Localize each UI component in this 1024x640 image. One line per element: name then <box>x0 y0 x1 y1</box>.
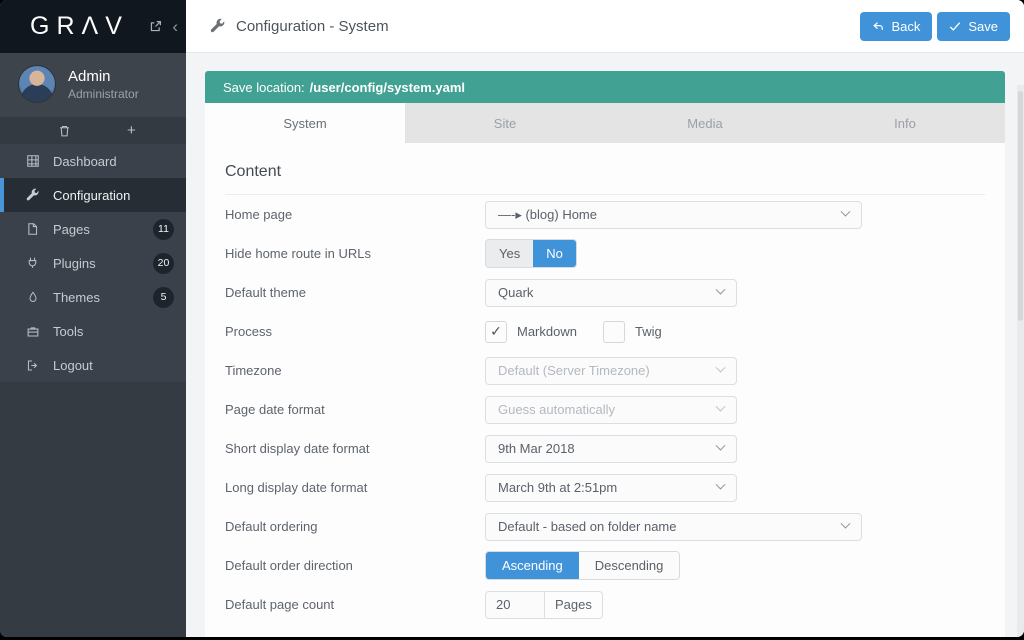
droplet-icon <box>25 290 40 305</box>
sidebar: GRΛV ‹ Admin Administrator + <box>0 0 186 637</box>
sidebar-item-logout[interactable]: Logout <box>0 348 186 382</box>
toggle-option-ascending[interactable]: Ascending <box>486 552 579 579</box>
form-row-long-date-format: Long display date format March 9th at 2:… <box>225 468 985 507</box>
sidebar-item-themes[interactable]: Themes 5 <box>0 280 186 314</box>
field-label: Long display date format <box>225 480 485 495</box>
tab-system[interactable]: System <box>205 103 405 143</box>
user-role: Administrator <box>68 87 139 101</box>
field-label: Default theme <box>225 285 485 300</box>
logo-bar: GRΛV ‹ <box>0 0 186 53</box>
hide-home-route-toggle: Yes No <box>485 239 577 268</box>
form-row-page-count: Default page count Pages <box>225 585 985 624</box>
plug-icon <box>25 256 40 271</box>
content-area: Save location: /user/config/system.yaml … <box>186 53 1024 637</box>
user-actions-row: + <box>0 117 186 144</box>
app-window: GRΛV ‹ Admin Administrator + <box>0 0 1024 637</box>
main-area: Configuration - System Back Save Save lo… <box>186 0 1024 637</box>
config-tabs: System Site Media Info <box>205 103 1005 143</box>
order-direction-toggle: Ascending Descending <box>485 551 680 580</box>
sidebar-item-configuration[interactable]: Configuration <box>0 178 186 212</box>
long-date-format-select[interactable]: March 9th at 2:51pm <box>485 474 737 502</box>
dashboard-grid-icon <box>25 154 40 169</box>
save-button[interactable]: Save <box>937 12 1010 41</box>
field-label: Home page <box>225 207 485 222</box>
form-row-timezone: Timezone Default (Server Timezone) <box>225 351 985 390</box>
sidebar-item-pages[interactable]: Pages 11 <box>0 212 186 246</box>
toggle-option-yes[interactable]: Yes <box>486 240 533 267</box>
user-name: Admin <box>68 68 139 85</box>
user-panel: Admin Administrator <box>0 53 186 117</box>
plugins-count-badge: 20 <box>153 253 174 274</box>
default-theme-select[interactable]: Quark <box>485 279 737 307</box>
tab-info[interactable]: Info <box>805 103 1005 143</box>
chevron-down-icon <box>716 363 726 373</box>
pages-count-badge: 11 <box>153 219 174 240</box>
logout-icon <box>25 358 40 373</box>
field-label: Default order direction <box>225 558 485 573</box>
checkbox-unchecked-icon <box>603 321 625 343</box>
chevron-down-icon <box>716 441 726 451</box>
sidebar-item-plugins[interactable]: Plugins 20 <box>0 246 186 280</box>
field-label: Short display date format <box>225 441 485 456</box>
chevron-down-icon <box>716 480 726 490</box>
field-label: Timezone <box>225 363 485 378</box>
page-count-addon: Pages <box>545 591 603 619</box>
avatar[interactable] <box>18 65 56 103</box>
sidebar-item-dashboard[interactable]: Dashboard <box>0 144 186 178</box>
grav-logo[interactable]: GRΛV <box>30 12 149 41</box>
save-location-path: /user/config/system.yaml <box>310 80 465 95</box>
field-label: Process <box>225 324 485 339</box>
form-row-page-date-format: Page date format Guess automatically <box>225 390 985 429</box>
title-wrench-icon <box>210 18 226 34</box>
form-row-order-direction: Default order direction Ascending Descen… <box>225 546 985 585</box>
chevron-down-icon <box>716 285 726 295</box>
trash-icon[interactable] <box>58 124 71 138</box>
tab-media[interactable]: Media <box>605 103 805 143</box>
save-location-banner: Save location: /user/config/system.yaml <box>205 71 1005 103</box>
twig-checkbox[interactable]: Twig <box>603 321 662 343</box>
form-row-default-ordering: Default ordering Default - based on fold… <box>225 507 985 546</box>
sidebar-menu: Dashboard Configuration Pages 11 Plugin <box>0 144 186 382</box>
markdown-checkbox[interactable]: ✓ Markdown <box>485 321 577 343</box>
back-button[interactable]: Back <box>860 12 932 41</box>
page-count-input[interactable] <box>485 591 545 619</box>
form-row-home-page: Home page —-▸ (blog) Home <box>225 195 985 234</box>
default-ordering-select[interactable]: Default - based on folder name <box>485 513 862 541</box>
add-icon[interactable]: + <box>127 123 136 138</box>
field-label: Default ordering <box>225 519 485 534</box>
chevron-down-icon <box>841 207 851 217</box>
field-label: Default page count <box>225 597 485 612</box>
wrench-icon <box>25 188 40 203</box>
page-date-format-select[interactable]: Guess automatically <box>485 396 737 424</box>
field-label: Page date format <box>225 402 485 417</box>
topbar: Configuration - System Back Save <box>186 0 1024 53</box>
section-title: Content <box>225 155 985 195</box>
checkbox-checked-icon: ✓ <box>485 321 507 343</box>
external-link-icon[interactable] <box>149 20 162 33</box>
tab-site[interactable]: Site <box>405 103 605 143</box>
page-title: Configuration - System <box>236 18 389 35</box>
sidebar-filler <box>0 382 186 637</box>
form-row-default-theme: Default theme Quark <box>225 273 985 312</box>
form-row-partial <box>225 631 985 637</box>
timezone-select[interactable]: Default (Server Timezone) <box>485 357 737 385</box>
form-row-hide-home-route: Hide home route in URLs Yes No <box>225 234 985 273</box>
chevron-down-icon <box>716 402 726 412</box>
sidebar-item-tools[interactable]: Tools <box>0 314 186 348</box>
short-date-format-select[interactable]: 9th Mar 2018 <box>485 435 737 463</box>
scrollbar-thumb[interactable] <box>1018 91 1023 321</box>
themes-count-badge: 5 <box>153 287 174 308</box>
briefcase-icon <box>25 324 40 339</box>
page-file-icon <box>25 222 40 237</box>
form-row-short-date-format: Short display date format 9th Mar 2018 <box>225 429 985 468</box>
toggle-option-no[interactable]: No <box>533 240 576 267</box>
collapse-sidebar-icon[interactable]: ‹ <box>172 18 178 35</box>
field-label: Hide home route in URLs <box>225 246 485 261</box>
vertical-scrollbar[interactable] <box>1017 85 1024 637</box>
toggle-option-descending[interactable]: Descending <box>579 552 680 579</box>
system-form: Content Home page —-▸ (blog) Home <box>205 143 1005 637</box>
home-page-select[interactable]: —-▸ (blog) Home <box>485 201 862 229</box>
chevron-down-icon <box>841 519 851 529</box>
form-row-process: Process ✓ Markdown Twig <box>225 312 985 351</box>
